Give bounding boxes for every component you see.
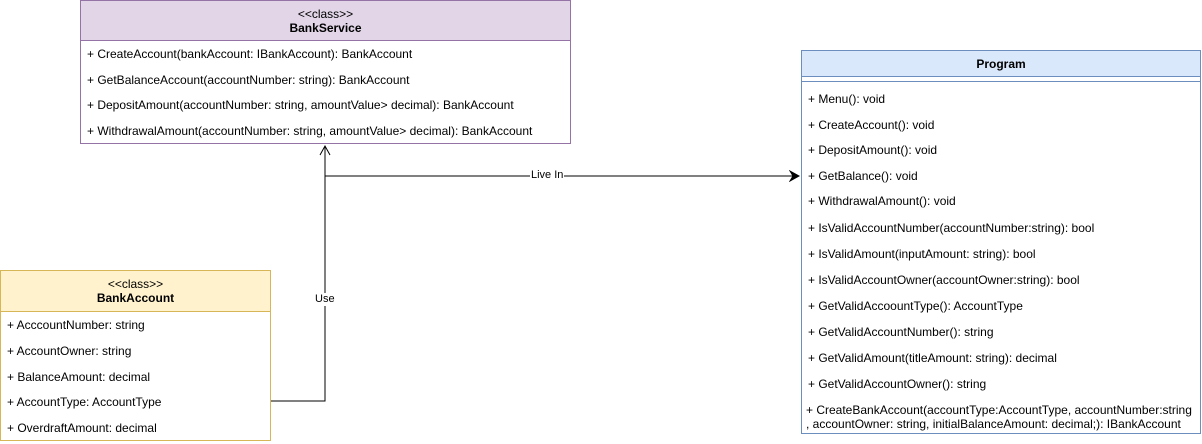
- class-member: + IsValidAccountOwner(accountOwner:strin…: [808, 273, 1080, 287]
- class-member: + AccountOwner: string: [7, 344, 132, 358]
- class-member: + Menu(): void: [808, 92, 886, 106]
- class-member: + WithdrawalAmount(): void: [808, 194, 956, 208]
- class-member: + IsValidAmount(inputAmount: string): bo…: [808, 247, 1036, 261]
- class-divider: [802, 81, 1200, 82]
- class-header: Program: [802, 51, 1200, 77]
- class-name: BankService: [289, 21, 362, 35]
- class-member: + IsValidAccountNumber(accountNumber:str…: [808, 221, 1095, 235]
- class-member: + AcccountNumber: string: [7, 318, 145, 332]
- use-edge-label: Use: [314, 293, 336, 306]
- class-member: + WithdrawalAmount(accountNumber: string…: [87, 124, 533, 138]
- class-bank-service[interactable]: <<class>> BankService + CreateAccount(ba…: [80, 0, 571, 144]
- class-member: + CreateAccount(): void: [808, 118, 935, 132]
- class-member: + GetValidAccoountType(): AccountType: [808, 299, 1023, 313]
- class-name: BankAccount: [96, 291, 175, 305]
- class-member: + GetBalanceAccount(accountNumber: strin…: [87, 73, 410, 87]
- class-member: + BalanceAmount: decimal: [7, 370, 151, 384]
- class-member: + DepositAmount(accountNumber: string, a…: [87, 98, 514, 112]
- class-program[interactable]: Program + Menu(): void + CreateAccount()…: [801, 50, 1201, 434]
- live-in-edge-label: Live In: [530, 169, 565, 182]
- class-stereotype: <<class>>: [297, 7, 354, 21]
- class-member: + CreateAccount(bankAccount: IBankAccoun…: [87, 47, 413, 61]
- class-member: + GetValidAccountNumber(): string: [808, 325, 994, 339]
- class-name: Program: [976, 57, 1026, 71]
- class-stereotype: <<class>>: [107, 277, 164, 291]
- class-header: <<class>> BankService: [81, 1, 570, 41]
- class-member: + CreateBankAccount(accountType:AccountT…: [806, 403, 1192, 431]
- use-edge[interactable]: [271, 144, 331, 402]
- class-member: + DepositAmount(): void: [808, 143, 938, 157]
- class-member: + AccountType: AccountType: [7, 395, 162, 409]
- class-member: + GetValidAccountOwner(): string: [808, 377, 987, 391]
- class-member: + OverdraftAmount: decimal: [7, 421, 157, 435]
- class-bank-account[interactable]: <<class>> BankAccount + AcccountNumber: …: [0, 270, 271, 441]
- class-header: <<class>> BankAccount: [1, 271, 270, 312]
- class-member: + GetValidAmount(titleAmount: string): d…: [808, 351, 1057, 365]
- class-member: + GetBalance(): void: [808, 169, 918, 183]
